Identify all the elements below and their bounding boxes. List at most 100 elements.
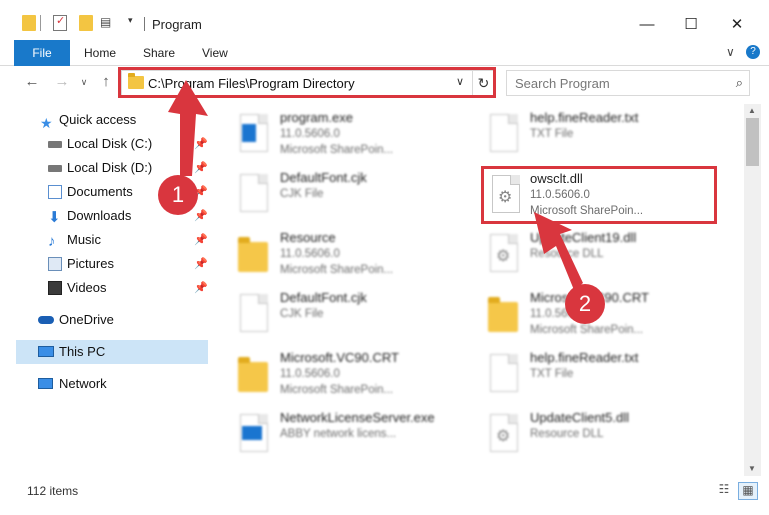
- file-description: Microsoft SharePoin...: [530, 205, 644, 217]
- folder-icon: [236, 352, 270, 396]
- maximize-button[interactable]: ☐: [676, 10, 706, 40]
- tab-share[interactable]: Share: [143, 40, 175, 66]
- document-icon: [486, 352, 520, 396]
- file-name: DefaultFont.cjk: [280, 290, 367, 305]
- forward-button[interactable]: →: [52, 72, 72, 92]
- exe-icon: [236, 412, 270, 456]
- minimize-button[interactable]: —: [632, 10, 662, 40]
- vertical-scrollbar[interactable]: ▲ ▼: [744, 104, 761, 476]
- new-folder-icon[interactable]: [79, 15, 93, 31]
- file-name: owsclt.dll: [530, 171, 583, 186]
- search-input[interactable]: Search Program: [515, 76, 610, 91]
- sidebar-item-this-pc[interactable]: This PC: [16, 340, 208, 364]
- scroll-down-icon[interactable]: ▼: [748, 464, 756, 473]
- documents-icon: [48, 185, 62, 199]
- file-type: ABBY network licens...: [280, 428, 397, 440]
- file-name: NetworkLicenseServer.exe: [280, 410, 435, 425]
- file-version: 11.0.5606.0: [280, 248, 340, 260]
- window-title: Program: [152, 17, 202, 32]
- title-separator: [144, 17, 145, 31]
- drive-icon: [48, 141, 62, 148]
- file-item[interactable]: Resource 11.0.5606.0 Microsoft SharePoin…: [224, 228, 454, 282]
- tab-file[interactable]: File: [14, 40, 70, 66]
- file-name: help.fineReader.txt: [530, 110, 639, 125]
- file-item[interactable]: ⚙ UpdateClient5.dll Resource DLL: [474, 408, 704, 462]
- drive-icon: [48, 165, 62, 172]
- file-name: UpdateClient5.dll: [530, 410, 630, 425]
- address-highlight-box: [118, 67, 496, 98]
- file-description: Microsoft SharePoin...: [280, 384, 394, 396]
- file-item[interactable]: program.exe 11.0.5606.0 Microsoft ShareP…: [224, 108, 454, 162]
- file-version: 11.0.5606.0: [530, 189, 590, 201]
- file-type: TXT File: [530, 368, 574, 380]
- sidebar-item-network[interactable]: Network: [16, 372, 208, 396]
- dll-gear-icon: ⚙: [486, 412, 520, 456]
- sidebar-item-label: Local Disk (C:): [67, 136, 153, 151]
- file-list: program.exe 11.0.5606.0 Microsoft ShareP…: [224, 104, 744, 474]
- quick-access-dropdown-icon[interactable]: ▾: [128, 15, 138, 31]
- details-view-button[interactable]: ☷: [714, 482, 734, 500]
- videos-icon: [48, 281, 62, 295]
- document-icon: [236, 172, 270, 216]
- recent-locations-button[interactable]: ∨: [74, 72, 94, 92]
- pin-icon: 📌: [194, 258, 208, 270]
- sidebar-item-videos[interactable]: Videos 📌: [16, 276, 208, 300]
- pin-icon: 📌: [194, 138, 208, 150]
- search-box[interactable]: Search Program ⌕: [506, 70, 750, 96]
- file-version: 11.0.5606.0: [280, 128, 340, 140]
- sidebar-item-label: Music: [67, 232, 101, 247]
- scrollbar-thumb[interactable]: [746, 118, 759, 166]
- sidebar-item-label: Downloads: [67, 208, 132, 223]
- scroll-up-icon[interactable]: ▲: [748, 106, 756, 115]
- search-icon[interactable]: ⌕: [736, 75, 743, 91]
- separator: [40, 15, 41, 31]
- sidebar-item-label: Network: [59, 376, 107, 391]
- sidebar-item-music[interactable]: ♪ Music 📌: [16, 228, 208, 252]
- sidebar-item-label: Documents: [67, 184, 133, 199]
- file-item[interactable]: help.fineReader.txt TXT File: [474, 108, 704, 162]
- title-bar: ✓ ▤ ▾ Program — ☐ ✕: [0, 0, 769, 44]
- file-item[interactable]: DefaultFont.cjk CJK File: [224, 288, 454, 342]
- ribbon-collapse-icon[interactable]: ∨: [726, 45, 735, 59]
- sidebar-item-pictures[interactable]: Pictures 📌: [16, 252, 208, 276]
- file-item[interactable]: Microsoft.VC90.CRT 11.0.5606.0 Microsoft…: [224, 348, 454, 402]
- file-item[interactable]: ⚙ UpdateClient19.dll Resource DLL: [474, 228, 704, 282]
- sidebar-item-local-disk-c[interactable]: Local Disk (C:) 📌: [16, 132, 208, 156]
- large-icons-view-button[interactable]: ▦: [738, 482, 758, 500]
- file-type: CJK File: [280, 308, 324, 320]
- back-button[interactable]: ←: [22, 72, 42, 92]
- cloud-icon: [38, 316, 54, 324]
- up-button[interactable]: ↑: [96, 72, 116, 92]
- dll-gear-icon: ⚙: [488, 173, 522, 217]
- folder-icon: [236, 232, 270, 276]
- file-item[interactable]: NetworkLicenseServer.exe ABBY network li…: [224, 408, 454, 462]
- tab-view[interactable]: View: [202, 40, 228, 66]
- highlighted-file-item[interactable]: ⚙ owsclt.dll 11.0.5606.0 Microsoft Share…: [481, 166, 717, 224]
- sidebar-item-onedrive[interactable]: OneDrive: [16, 308, 208, 332]
- file-item[interactable]: help.fineReader.txt TXT File: [474, 348, 704, 402]
- file-item[interactable]: DefaultFont.cjk CJK File: [224, 168, 454, 222]
- file-description: Microsoft SharePoin...: [530, 324, 644, 336]
- sidebar-item-quick-access[interactable]: ★ Quick access: [16, 108, 208, 132]
- ribbon-tabs: File Home Share View ∨ ?: [0, 40, 769, 66]
- sidebar-item-label: Local Disk (D:): [67, 160, 153, 175]
- exe-icon: [236, 112, 270, 156]
- file-name: UpdateClient19.dll: [530, 230, 637, 245]
- step-badge-1: 1: [158, 175, 198, 215]
- tab-home[interactable]: Home: [84, 40, 116, 66]
- folder-icon: [22, 15, 36, 31]
- sidebar-item-label: OneDrive: [59, 312, 114, 327]
- close-button[interactable]: ✕: [722, 10, 752, 40]
- pin-icon: 📌: [194, 210, 208, 222]
- customize-icon[interactable]: ▤: [100, 15, 116, 31]
- file-name: program.exe: [280, 110, 353, 125]
- file-type: TXT File: [530, 128, 574, 140]
- network-icon: [38, 378, 53, 389]
- pin-icon: 📌: [194, 234, 208, 246]
- help-icon[interactable]: ?: [746, 45, 760, 59]
- file-type: CJK File: [280, 188, 324, 200]
- properties-icon[interactable]: ✓: [53, 15, 67, 31]
- file-type: Resource DLL: [530, 248, 604, 260]
- file-description: Microsoft SharePoin...: [280, 264, 394, 276]
- sidebar-item-label: Videos: [67, 280, 107, 295]
